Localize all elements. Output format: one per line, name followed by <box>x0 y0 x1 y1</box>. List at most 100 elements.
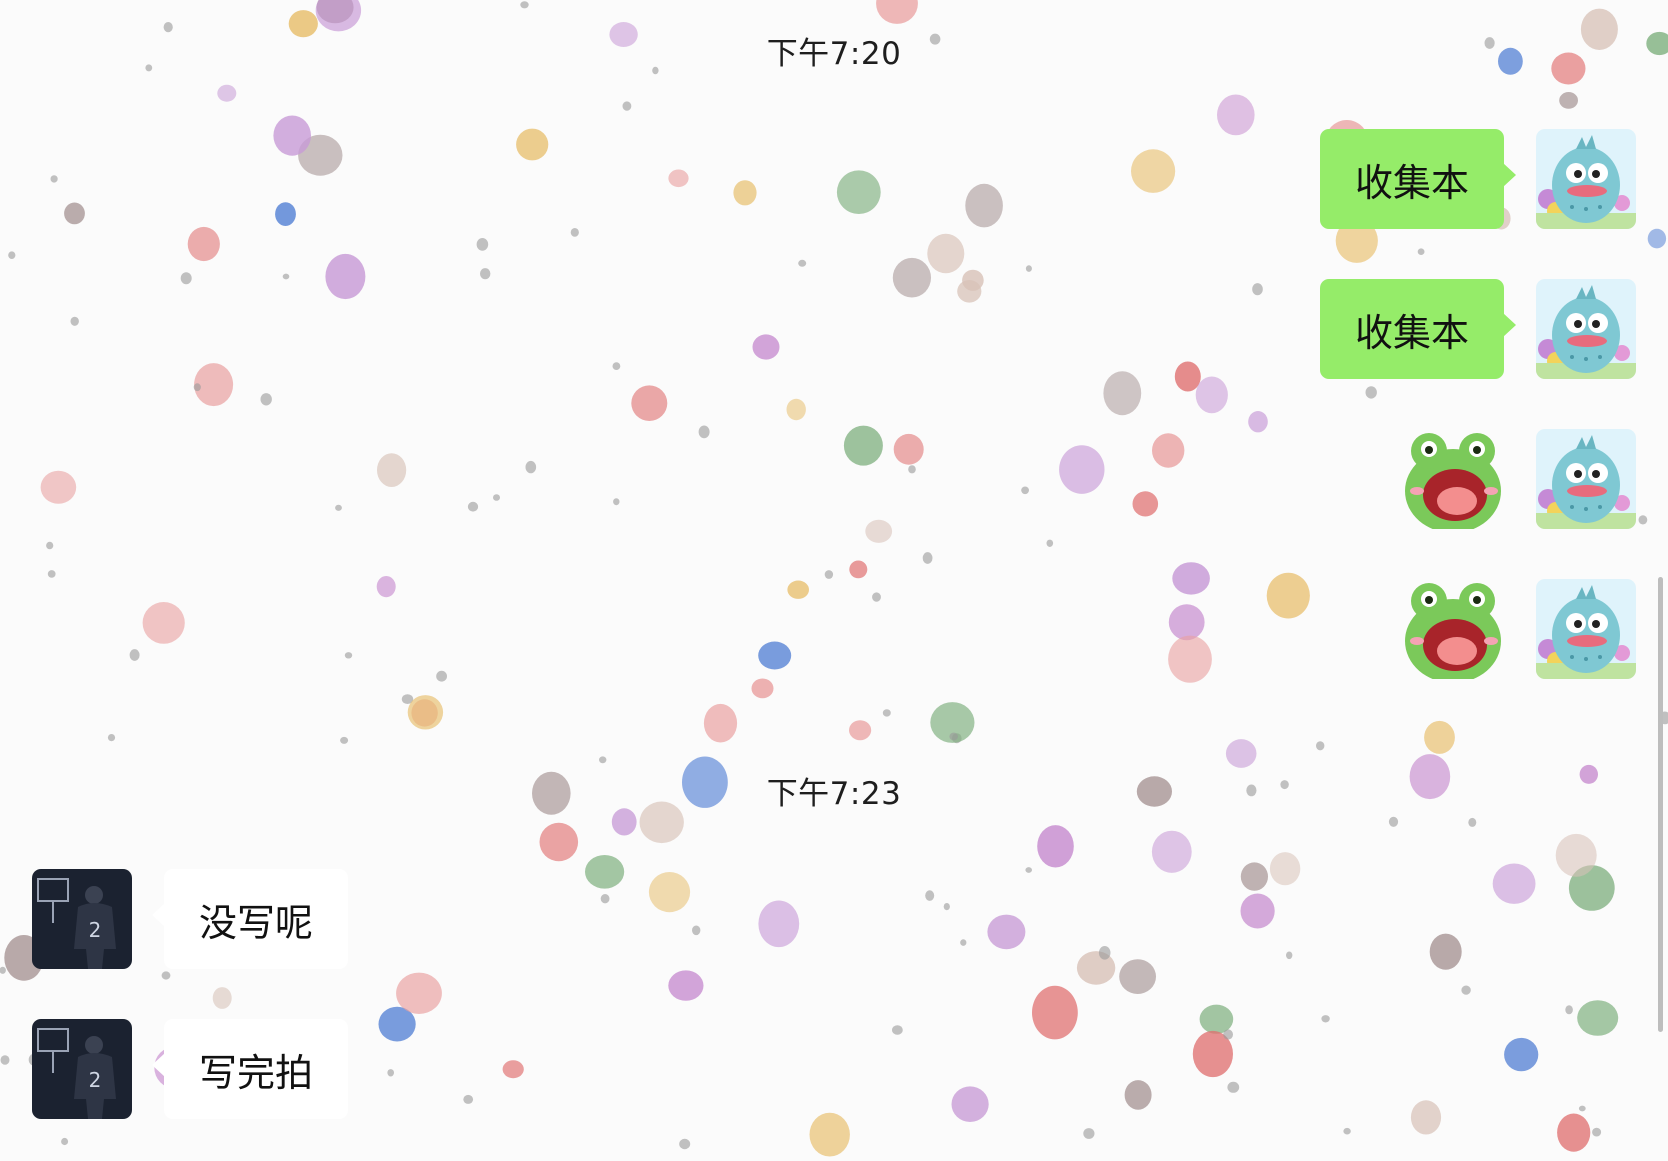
wallpaper-dot <box>61 1137 69 1146</box>
wallpaper-dot <box>809 1112 850 1157</box>
wallpaper-dot <box>193 383 201 392</box>
wallpaper-dot <box>1492 863 1536 904</box>
wallpaper-dot <box>282 273 290 280</box>
wallpaper-dot <box>107 734 116 742</box>
frog-shouting-sticker[interactable] <box>1403 429 1503 533</box>
incoming-message-bubble[interactable]: 写完拍 <box>152 1019 348 1119</box>
wallpaper-dot <box>340 736 349 744</box>
wallpaper-dot <box>142 602 185 644</box>
outgoing-message-bubble[interactable]: 收集本 <box>1320 279 1516 379</box>
wallpaper-dot <box>516 128 549 161</box>
wallpaper-dot <box>1638 515 1648 525</box>
wallpaper-dot <box>692 925 701 936</box>
basketball-player-avatar[interactable]: 2 <box>32 869 132 969</box>
wallpaper-dot <box>1174 361 1201 392</box>
wallpaper-dot <box>1647 228 1667 249</box>
wallpaper-dot <box>836 170 881 214</box>
scrollbar[interactable] <box>1658 577 1663 1032</box>
wallpaper-dot <box>703 703 738 743</box>
hangyodon-avatar[interactable] <box>1536 129 1636 229</box>
wallpaper-dot <box>1559 92 1578 109</box>
wallpaper-dot <box>1343 1127 1351 1135</box>
wallpaper-dot <box>50 175 58 183</box>
wallpaper-dot <box>1269 852 1301 886</box>
wallpaper-dot <box>1059 445 1105 494</box>
wallpaper-dot <box>1119 959 1156 994</box>
wallpaper-dot <box>387 1069 395 1077</box>
wallpaper-dot <box>1152 433 1185 468</box>
wallpaper-dot <box>525 460 537 474</box>
frog-shouting-sticker[interactable] <box>1403 579 1503 683</box>
wallpaper-dot <box>843 425 883 466</box>
wallpaper-dot <box>1504 1037 1539 1072</box>
wallpaper-dot <box>1555 833 1597 877</box>
wallpaper-dot <box>1021 486 1029 495</box>
wallpaper-dot <box>1565 1005 1573 1015</box>
wallpaper-dot <box>480 268 491 280</box>
basketball-player-avatar[interactable]: 2 <box>32 1019 132 1119</box>
wallpaper-dot <box>922 552 933 564</box>
wallpaper-dot <box>1461 985 1471 995</box>
wallpaper-dot <box>962 269 984 291</box>
wallpaper-dot <box>949 732 958 741</box>
wallpaper-dot <box>1046 539 1054 547</box>
wallpaper-dot <box>908 465 916 474</box>
wallpaper-dot <box>129 649 140 661</box>
wallpaper-dot <box>1388 816 1399 827</box>
hangyodon-avatar[interactable] <box>1536 579 1636 679</box>
hangyodon-avatar[interactable] <box>1536 279 1636 379</box>
incoming-message-bubble[interactable]: 没写呢 <box>152 869 348 969</box>
wallpaper-dot <box>493 494 500 501</box>
message-text: 收集本 <box>1354 160 1469 205</box>
wallpaper-dot <box>376 576 396 598</box>
wallpaper-dot <box>965 183 1003 228</box>
wallpaper-dot <box>1429 933 1462 970</box>
wallpaper-dot <box>733 180 757 206</box>
wallpaper-dot <box>987 914 1026 950</box>
wallpaper-dot <box>1032 985 1078 1040</box>
wallpaper-dot <box>273 115 312 156</box>
wallpaper-dot <box>585 855 625 889</box>
wallpaper-dot <box>612 362 621 370</box>
wallpaper-dot <box>849 560 868 579</box>
hangyodon-avatar[interactable] <box>1536 429 1636 529</box>
wallpaper-dot <box>344 652 353 659</box>
wallpaper-dot <box>275 202 296 227</box>
wallpaper-dot <box>698 425 710 439</box>
wallpaper-dot <box>752 334 780 360</box>
wallpaper-dot <box>1240 893 1275 929</box>
wallpaper-dot <box>325 253 366 300</box>
wallpaper-dot <box>1577 1000 1619 1036</box>
wallpaper-dot <box>1316 741 1325 751</box>
wallpaper-dot <box>668 970 704 1001</box>
wallpaper-dot <box>467 501 479 512</box>
wallpaper-dot <box>925 890 935 901</box>
wallpaper-dot <box>787 580 809 599</box>
wallpaper-dot <box>849 720 872 741</box>
wallpaper-dot <box>927 233 965 274</box>
wallpaper-dot <box>47 570 56 578</box>
wallpaper-dot <box>1365 386 1377 399</box>
wallpaper-dot <box>217 84 237 102</box>
wallpaper-dot <box>1266 572 1310 619</box>
wallpaper-dot <box>1037 825 1074 868</box>
wallpaper-dot <box>315 0 362 32</box>
wallpaper-dot <box>1424 720 1455 754</box>
wallpaper-dot <box>1248 411 1268 433</box>
wallpaper-dot <box>40 470 77 504</box>
wallpaper-dot <box>377 453 407 487</box>
wallpaper-dot <box>882 709 891 717</box>
wallpaper-dot <box>798 259 807 267</box>
timestamp: 下午7:20 <box>766 36 902 72</box>
wallpaper-dot <box>599 756 607 764</box>
wallpaper-dot <box>1195 376 1228 414</box>
wallpaper-dot <box>1468 817 1477 827</box>
wallpaper-dot <box>1592 1127 1602 1137</box>
message-text: 写完拍 <box>198 1050 313 1095</box>
outgoing-message-bubble[interactable]: 收集本 <box>1320 129 1516 229</box>
wallpaper-dot <box>1225 739 1257 768</box>
message-text: 没写呢 <box>198 900 313 945</box>
wallpaper-dot <box>892 257 932 298</box>
wallpaper-dot <box>872 592 881 602</box>
wallpaper-dot <box>1410 1100 1442 1135</box>
